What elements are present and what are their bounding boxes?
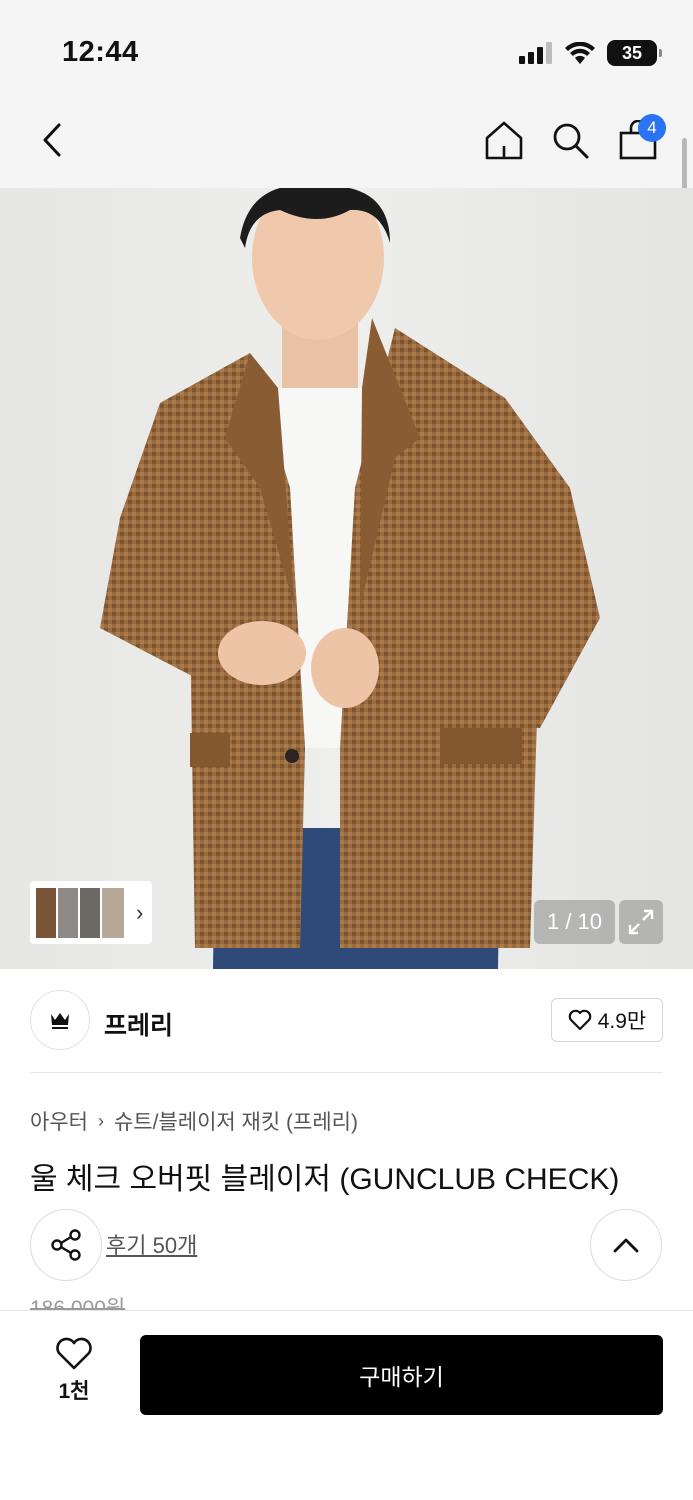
brand-name[interactable]: 프레리 <box>104 1006 173 1042</box>
battery-icon: 35 <box>607 40 662 66</box>
reviews-link[interactable]: 후기 50개 <box>106 1228 197 1260</box>
search-button[interactable] <box>546 116 594 164</box>
wifi-icon <box>565 42 595 64</box>
chevron-up-icon <box>613 1238 639 1253</box>
back-button[interactable] <box>28 116 76 164</box>
product-photo <box>0 188 693 969</box>
page-counter: 1 / 10 <box>534 900 615 944</box>
expand-icon <box>628 909 654 935</box>
share-button[interactable] <box>30 1209 102 1281</box>
status-bar: 12:44 35 <box>0 0 693 100</box>
brand-like-button[interactable]: 4.9만 <box>551 998 663 1042</box>
cart-count-badge: 4 <box>638 114 666 142</box>
product-image[interactable]: › 1 / 10 <box>0 188 693 969</box>
bottom-action-bar: 1천 구매하기 <box>0 1310 693 1500</box>
expand-button[interactable] <box>619 900 663 944</box>
home-icon <box>485 121 523 160</box>
chevron-right-icon: › <box>136 899 144 925</box>
breadcrumb: 아우터 › 슈트/블레이저 재킷 (프레리) <box>30 1106 358 1136</box>
heart-icon <box>56 1337 92 1370</box>
breadcrumb-subcategory[interactable]: 슈트/블레이저 재킷 (프레리) <box>114 1106 358 1136</box>
brand-logo[interactable] <box>30 990 90 1050</box>
signal-icon <box>519 42 552 64</box>
heart-icon <box>568 1009 592 1031</box>
cart-button[interactable]: 4 <box>614 114 666 164</box>
crown-icon <box>51 1013 69 1029</box>
wishlist-button[interactable]: 1천 <box>44 1337 104 1407</box>
wishlist-count: 1천 <box>58 1380 90 1403</box>
scroll-top-button[interactable] <box>590 1209 662 1281</box>
thumbnail[interactable] <box>100 885 126 940</box>
product-title: 울 체크 오버핏 블레이저 (GUNCLUB CHECK) <box>30 1163 620 1196</box>
chevron-right-icon: › <box>97 1110 104 1131</box>
share-icon <box>51 1229 81 1261</box>
chevron-left-icon <box>43 123 61 157</box>
breadcrumb-category[interactable]: 아우터 <box>30 1106 88 1136</box>
status-icons: 35 <box>519 40 662 66</box>
status-time: 12:44 <box>62 36 139 68</box>
buy-button[interactable]: 구매하기 <box>140 1335 663 1415</box>
divider <box>30 1072 663 1073</box>
brand-like-count: 4.9만 <box>597 1010 647 1033</box>
top-nav: 4 <box>0 100 693 188</box>
home-button[interactable] <box>480 116 528 164</box>
thumbnail-strip[interactable]: › <box>30 881 152 944</box>
search-icon <box>553 123 589 159</box>
brand-row: 프레리 4.9만 <box>30 990 663 1052</box>
